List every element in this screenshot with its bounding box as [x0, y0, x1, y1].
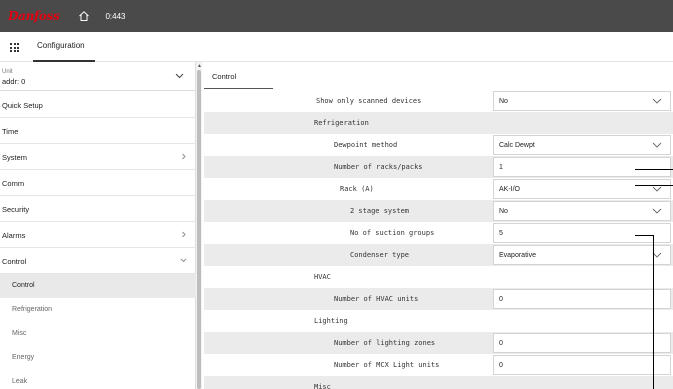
chevron-down-icon[interactable] — [652, 186, 662, 192]
sidebar-subitem-control[interactable]: Control — [0, 274, 196, 298]
sidebar-subitem-refrigeration[interactable]: Refrigeration — [0, 298, 196, 322]
chevron-down-icon[interactable] — [652, 142, 662, 148]
sidebar: Unit addr: 0 Quick Setup Time System Comm Se… — [0, 62, 196, 389]
settings-row: Condenser type Evaporative — [204, 244, 673, 266]
settings-row: Refrigeration — [204, 112, 673, 134]
setting-label: Condenser type — [350, 251, 410, 259]
sidebar-subitem-label: Refrigeration — [12, 306, 53, 313]
setting-input[interactable]: 0 — [493, 333, 671, 353]
settings-row: Rack (A) AK-I/O — [204, 178, 673, 200]
top-bar: Danfoss 0:443 — [0, 0, 673, 32]
setting-value: Calc Dewpt — [499, 142, 535, 149]
scroll-up-icon[interactable]: ▲ — [197, 63, 202, 69]
settings-row: Dewpoint method Calc Dewpt — [204, 134, 673, 156]
setting-value: Evaporative — [499, 252, 536, 259]
setting-label: Number of MCX Light units — [334, 361, 440, 369]
setting-label: Misc — [314, 383, 331, 389]
sidebar-item-label: Alarms — [2, 231, 26, 240]
setting-value: 1 — [499, 164, 503, 171]
tab-bar: Configuration — [0, 32, 673, 62]
setting-dropdown[interactable]: No — [493, 201, 671, 221]
sidebar-item-label: System — [2, 153, 28, 162]
sidebar-subitem-label: Leak — [12, 378, 28, 385]
setting-value: No — [499, 98, 508, 105]
leader-line — [635, 185, 673, 186]
chevron-right-icon — [182, 231, 186, 238]
sidebar-subitem-label: Energy — [12, 354, 35, 361]
setting-input[interactable]: 5 — [493, 223, 671, 243]
chevron-down-icon[interactable] — [175, 73, 184, 79]
chevron-right-icon — [182, 153, 186, 160]
sidebar-item-label: Control — [2, 257, 27, 266]
sidebar-item-quick-setup[interactable]: Quick Setup — [0, 92, 196, 118]
settings-row: HVAC — [204, 266, 673, 288]
setting-value: AK-I/O — [499, 186, 521, 193]
setting-label: Lighting — [314, 317, 348, 325]
setting-label: Rack (A) — [340, 185, 374, 193]
setting-label: HVAC — [314, 273, 331, 281]
content-tab-control[interactable]: Control — [204, 62, 273, 89]
setting-dropdown[interactable]: AK-I/O — [493, 179, 671, 199]
sidebar-scrollbar-thumb[interactable] — [197, 70, 201, 389]
content-tab-label: Control — [212, 72, 237, 81]
unit-label: Unit — [2, 69, 13, 75]
setting-input[interactable]: 0 — [493, 289, 671, 309]
setting-value: No — [499, 208, 508, 215]
sidebar-item-alarms[interactable]: Alarms — [0, 222, 196, 248]
setting-dropdown[interactable]: Evaporative — [493, 245, 671, 265]
sidebar-item-system[interactable]: System — [0, 144, 196, 170]
leader-line — [635, 235, 654, 236]
setting-value: 5 — [499, 230, 503, 237]
settings-row: Lighting — [204, 310, 673, 332]
grid-menu-icon[interactable] — [10, 43, 19, 52]
setting-label: Number of racks/packs — [334, 163, 423, 171]
setting-label: Refrigeration — [314, 119, 369, 127]
chevron-down-icon — [180, 258, 187, 263]
setting-dropdown[interactable]: No — [493, 91, 671, 111]
sidebar-subitem-energy[interactable]: Energy — [0, 346, 196, 370]
sidebar-subitem-misc[interactable]: Misc — [0, 322, 196, 346]
leader-line — [635, 169, 673, 170]
settings-row: Number of HVAC units 0 — [204, 288, 673, 310]
setting-input[interactable]: 0 — [493, 355, 671, 375]
settings-row: Misc — [204, 376, 673, 389]
setting-value: 0 — [499, 340, 503, 347]
settings-row: Number of racks/packs 1 — [204, 156, 673, 178]
unit-selector[interactable]: Unit addr: 0 — [0, 62, 196, 91]
unit-value: addr: 0 — [2, 77, 26, 86]
setting-label: Show only scanned devices — [316, 97, 422, 105]
port-label: 0:443 — [105, 11, 126, 21]
settings-row: No of suction groups 5 — [204, 222, 673, 244]
setting-label: 2 stage system — [350, 207, 410, 215]
settings-row: 2 stage system No — [204, 200, 673, 222]
sidebar-item-control[interactable]: Control — [0, 248, 196, 274]
home-icon[interactable] — [77, 9, 91, 23]
settings-row: Number of lighting zones 0 — [204, 332, 673, 354]
danfoss-logo[interactable]: Danfoss — [8, 9, 60, 23]
setting-label: Number of HVAC units — [334, 295, 419, 303]
sidebar-item-time[interactable]: Time — [0, 118, 196, 144]
settings-row: Show only scanned devices No — [204, 90, 673, 112]
chevron-down-icon[interactable] — [652, 98, 662, 104]
setting-label: No of suction groups — [350, 229, 435, 237]
sidebar-subitem-label: Control — [12, 282, 35, 289]
setting-value: 0 — [499, 296, 503, 303]
setting-label: Dewpoint method — [334, 141, 398, 149]
sidebar-subitem-leak[interactable]: Leak — [0, 370, 196, 389]
sidebar-item-comm[interactable]: Comm — [0, 170, 196, 196]
sidebar-item-security[interactable]: Security — [0, 196, 196, 222]
tab-configuration[interactable]: Configuration — [37, 41, 85, 50]
sidebar-item-label: Time — [2, 127, 19, 136]
setting-dropdown[interactable]: Calc Dewpt — [493, 135, 671, 155]
sidebar-subitem-label: Misc — [12, 330, 27, 337]
setting-value: 0 — [499, 362, 503, 369]
leader-line — [653, 235, 654, 389]
sidebar-item-label: Comm — [2, 179, 25, 188]
sidebar-item-label: Quick Setup — [2, 101, 43, 110]
chevron-down-icon[interactable] — [652, 208, 662, 214]
sidebar-item-label: Security — [2, 205, 30, 214]
settings-row: Number of MCX Light units 0 — [204, 354, 673, 376]
setting-input[interactable]: 1 — [493, 157, 671, 177]
setting-label: Number of lighting zones — [334, 339, 436, 347]
